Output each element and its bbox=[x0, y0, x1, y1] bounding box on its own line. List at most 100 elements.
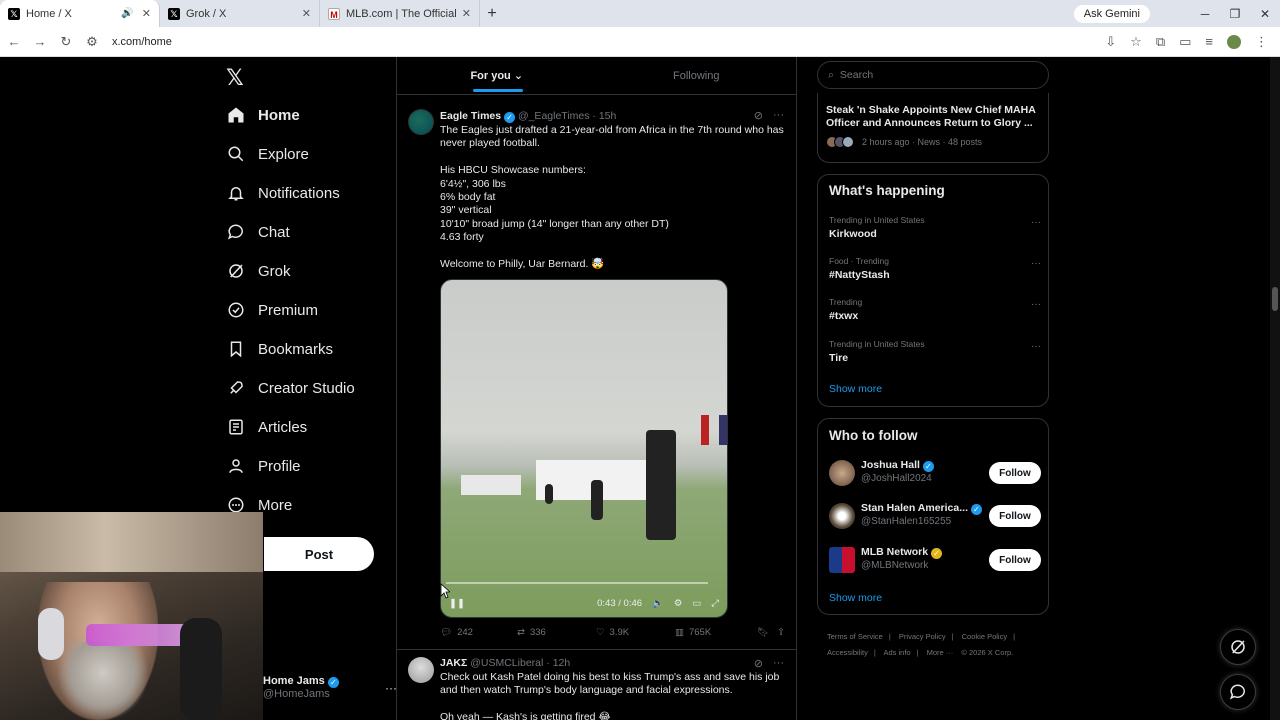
bookmark-button[interactable]: 🔖︎ bbox=[757, 627, 777, 638]
footer-link[interactable]: Accessibility bbox=[827, 648, 868, 657]
avatar[interactable] bbox=[408, 657, 434, 683]
fullscreen-icon[interactable]: ⤢ bbox=[711, 598, 719, 609]
follow-button[interactable]: Follow bbox=[989, 549, 1041, 571]
share-button[interactable]: ⇪ bbox=[777, 627, 785, 638]
scrollbar-thumb[interactable] bbox=[1272, 287, 1278, 311]
grok-icon[interactable]: ⊘ bbox=[754, 109, 763, 122]
page-scrollbar[interactable] bbox=[1270, 57, 1280, 720]
back-icon[interactable]: ← bbox=[2, 34, 26, 49]
extensions-icon[interactable]: ⧉ bbox=[1156, 34, 1165, 50]
tweet[interactable]: Eagle Times ✓ @_EagleTimes · 15h ⊘ ··· T… bbox=[397, 99, 796, 653]
more-icon[interactable]: ··· bbox=[1031, 341, 1041, 352]
browser-tab-home[interactable]: 𝕏 Home / X 🔊 ✕ bbox=[0, 0, 160, 27]
volume-icon[interactable]: 🔈 bbox=[652, 598, 664, 609]
trend-item[interactable]: Trending in United States Tire ··· bbox=[829, 339, 1041, 364]
footer-link[interactable]: Terms of Service bbox=[827, 632, 883, 641]
account-switcher[interactable]: Home Jams ✓ @HomeJams ··· bbox=[263, 675, 397, 700]
chat-fab-button[interactable] bbox=[1220, 674, 1256, 710]
browser-tab-grok[interactable]: 𝕏 Grok / X ✕ bbox=[160, 0, 320, 27]
browser-profile-avatar[interactable] bbox=[1227, 34, 1241, 49]
audio-icon[interactable]: 🔊 bbox=[121, 8, 133, 19]
video-seek-bar[interactable] bbox=[446, 582, 708, 584]
post-button[interactable]: Post bbox=[264, 537, 374, 571]
grok-fab-button[interactable] bbox=[1220, 629, 1256, 665]
ask-gemini-button[interactable]: Ask Gemini bbox=[1073, 4, 1150, 23]
nav-creator-studio[interactable]: Creator Studio bbox=[226, 373, 355, 403]
nav-chat[interactable]: Chat bbox=[226, 217, 290, 247]
show-more-link[interactable]: Show more bbox=[829, 592, 882, 604]
nav-home[interactable]: Home bbox=[226, 100, 300, 130]
tweet-author[interactable]: Eagle Times bbox=[440, 110, 501, 122]
grok-icon[interactable]: ⊘ bbox=[754, 657, 763, 670]
bookmark-star-icon[interactable]: ☆ bbox=[1130, 34, 1142, 50]
mlb-logo-icon[interactable] bbox=[829, 547, 855, 573]
tab-for-you[interactable]: For you ⌄ bbox=[397, 57, 597, 94]
views-button[interactable]: ▥ 765K bbox=[675, 627, 757, 638]
site-info-icon[interactable]: ⚙ bbox=[80, 34, 104, 50]
follow-button[interactable]: Follow bbox=[989, 505, 1041, 527]
media-icon[interactable]: ≡ bbox=[1205, 34, 1213, 49]
tweet[interactable]: JAKΣ @USMCLiberal · 12h ⊘ ··· Check out … bbox=[397, 649, 796, 720]
close-window-icon[interactable]: ✕ bbox=[1250, 7, 1280, 21]
like-button[interactable]: ♡ 3.9K bbox=[596, 627, 675, 638]
sidepanel-icon[interactable]: ▭ bbox=[1179, 34, 1191, 50]
tab-following[interactable]: Following bbox=[597, 57, 797, 94]
url-field[interactable]: x.com/home bbox=[112, 36, 1105, 48]
tweet-handle[interactable]: @USMCLiberal bbox=[470, 657, 543, 669]
more-icon[interactable]: ··· bbox=[773, 109, 784, 122]
nav-bookmarks[interactable]: Bookmarks bbox=[226, 334, 333, 364]
restore-icon[interactable]: ❐ bbox=[1220, 7, 1250, 21]
nav-notifications[interactable]: Notifications bbox=[226, 178, 340, 208]
search-input[interactable]: ⌕ Search bbox=[817, 61, 1049, 89]
close-tab-icon[interactable]: ✕ bbox=[462, 7, 471, 20]
microphone-icon bbox=[180, 618, 222, 720]
forward-icon[interactable]: → bbox=[28, 34, 52, 49]
grok-icon bbox=[1231, 640, 1245, 654]
more-icon[interactable]: ··· bbox=[1031, 258, 1041, 269]
reply-button[interactable]: 💬︎ 242 bbox=[440, 627, 517, 638]
tweet-time[interactable]: 12h bbox=[553, 657, 571, 669]
more-icon[interactable]: ··· bbox=[773, 657, 784, 670]
follow-suggestion[interactable]: Stan Halen America... ✓ @StanHalen165255… bbox=[829, 502, 1041, 532]
avatar[interactable] bbox=[408, 109, 434, 135]
footer-link[interactable]: More ··· bbox=[927, 648, 954, 657]
card-title: What's happening bbox=[829, 183, 945, 198]
nav-grok[interactable]: Grok bbox=[226, 256, 291, 286]
x-logo-icon[interactable]: 𝕏 bbox=[226, 65, 244, 91]
tweet-handle[interactable]: @_EagleTimes bbox=[518, 110, 590, 122]
pip-icon[interactable]: ▭ bbox=[692, 598, 701, 609]
browser-menu-icon[interactable]: ⋮ bbox=[1255, 34, 1268, 50]
news-headline[interactable]: Steak 'n Shake Appoints New Chief MAHA O… bbox=[826, 104, 1041, 130]
trend-item[interactable]: Trending in United States Kirkwood ··· bbox=[829, 215, 1041, 240]
follow-button[interactable]: Follow bbox=[989, 462, 1041, 484]
footer-link[interactable]: Ads info bbox=[883, 648, 910, 657]
follow-suggestion[interactable]: MLB Network ✓ @MLBNetwork Follow bbox=[829, 546, 1041, 576]
browser-tab-mlb[interactable]: M MLB.com | The Official Site of M ✕ bbox=[320, 0, 480, 27]
new-tab-button[interactable]: + bbox=[480, 0, 504, 27]
show-more-link[interactable]: Show more bbox=[829, 383, 882, 395]
avatar[interactable] bbox=[829, 460, 855, 486]
nav-explore[interactable]: Explore bbox=[226, 139, 309, 169]
repost-button[interactable]: ⇄ 336 bbox=[517, 627, 596, 638]
tweet-time[interactable]: 15h bbox=[599, 110, 617, 122]
avatar[interactable] bbox=[829, 503, 855, 529]
minimize-icon[interactable]: ─ bbox=[1190, 7, 1220, 21]
more-icon[interactable]: ··· bbox=[1031, 299, 1041, 310]
settings-icon[interactable]: ⚙ bbox=[674, 598, 683, 609]
follow-suggestion[interactable]: Joshua Hall ✓ @JoshHall2024 Follow bbox=[829, 459, 1041, 489]
footer-link[interactable]: Cookie Policy bbox=[962, 632, 1007, 641]
tweet-video[interactable]: ❚❚ 0:43 / 0:46 🔈 ⚙ ▭ ⤢ bbox=[440, 279, 728, 618]
trend-item[interactable]: Food · Trending #NattyStash ··· bbox=[829, 256, 1041, 281]
close-tab-icon[interactable]: ✕ bbox=[302, 7, 311, 20]
close-tab-icon[interactable]: ✕ bbox=[142, 7, 151, 20]
more-icon[interactable]: ··· bbox=[1031, 217, 1041, 228]
reload-icon[interactable]: ↻ bbox=[54, 34, 78, 50]
pause-icon[interactable]: ❚❚ bbox=[449, 598, 465, 609]
nav-premium[interactable]: Premium bbox=[226, 295, 318, 325]
nav-articles[interactable]: Articles bbox=[226, 412, 307, 442]
trend-item[interactable]: Trending #txwx ··· bbox=[829, 297, 1041, 322]
tweet-author[interactable]: JAKΣ bbox=[440, 657, 467, 669]
install-icon[interactable]: ⇩ bbox=[1105, 34, 1116, 50]
footer-link[interactable]: Privacy Policy bbox=[899, 632, 946, 641]
nav-profile[interactable]: Profile bbox=[226, 451, 301, 481]
